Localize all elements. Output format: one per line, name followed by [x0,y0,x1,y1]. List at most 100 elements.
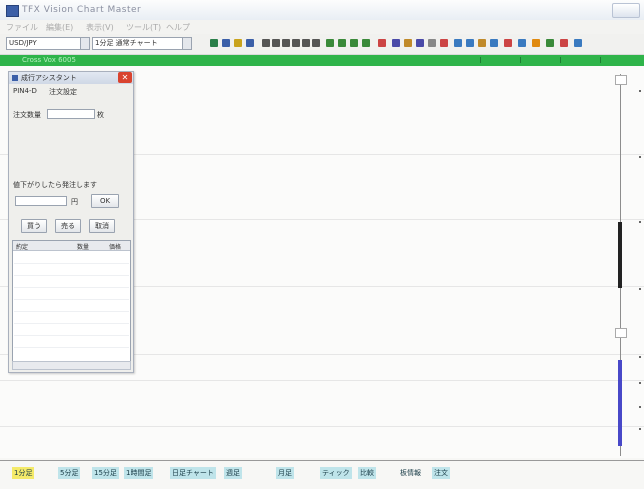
orders-table: 約定 数量 価格 [12,240,131,368]
toolbar-button-icon[interactable] [560,39,568,47]
menu-item-tools[interactable]: ツール(T) [126,22,161,33]
toolbar-button-icon[interactable] [292,39,300,47]
window-title: TFX Vision Chart Master [22,5,142,15]
chart-tab[interactable]: 1時間足 [124,467,154,479]
chart-tab[interactable]: 注文 [432,467,450,479]
column-header: 価格 [109,244,122,251]
toolbar-button-icon[interactable] [546,39,554,47]
app-icon [6,5,19,17]
chart-tab[interactable]: 15分足 [92,467,119,479]
axis-tick [639,288,641,290]
toolbar-button-icon[interactable] [416,39,424,47]
table-row [14,335,129,336]
chart-tab[interactable]: 板情報 [398,467,423,479]
menu-bar: ファイル 編集(E) 表示(V) ツール(T) ヘルプ [0,20,644,34]
rail-top-marker[interactable] [615,75,627,85]
toolbar-button-icon[interactable] [272,39,280,47]
column-header: 約定 [16,244,29,251]
toolbar-button-icon[interactable] [532,39,540,47]
symbol-select[interactable]: USD/JPY [6,37,90,50]
status-strip-label: Cross Vox 6005 [22,56,76,64]
chart-tab[interactable]: 1分足 [12,467,35,479]
chevron-down-icon [80,38,89,49]
symbol-select-value: USD/JPY [9,39,37,47]
toolbar-button-icon[interactable] [222,39,230,47]
quantity-unit: 枚 [97,111,104,119]
order-panel: 成行アシスタント ✕ PIN4-D 注文設定 注文数量 枚 値下がりしたら発注し… [8,71,134,373]
menu-item-help[interactable]: ヘルプ [166,22,190,33]
toolbar-button-icon[interactable] [428,39,436,47]
status-segment [480,57,519,63]
toolbar-button-icon[interactable] [282,39,290,47]
toolbar-button-icon[interactable] [478,39,486,47]
chart-tab[interactable]: 5分足 [58,467,81,479]
price-input[interactable] [15,196,67,206]
panel-icon [12,75,18,81]
toolbar-button-icon[interactable] [518,39,526,47]
table-row [14,299,129,300]
status-segment [560,57,599,63]
window-title-bar: TFX Vision Chart Master [0,0,644,20]
row1-value: 注文設定 [49,88,77,96]
grid-line [0,426,644,427]
toolbar-button-icon[interactable] [234,39,242,47]
menu-item-view[interactable]: 表示(V) [86,22,114,33]
quantity-label: 注文数量 [13,111,41,119]
buy-button[interactable]: 買う [21,219,47,233]
toolbar-button-icon[interactable] [378,39,386,47]
toolbar-button-icon[interactable] [338,39,346,47]
quantity-input[interactable] [47,109,95,119]
axis-tick [639,90,641,92]
table-header: 約定 数量 価格 [13,241,130,251]
sell-button[interactable]: 売る [55,219,81,233]
axis-tick [639,428,641,430]
toolbar-button-icon[interactable] [210,39,218,47]
status-strip: Cross Vox 6005 [0,55,644,66]
panel-title: 成行アシスタント [21,74,77,82]
toolbar-button-icon[interactable] [466,39,474,47]
horizontal-scrollbar[interactable] [12,361,131,370]
row1-label: PIN4-D [13,87,37,95]
rail-mid-marker[interactable] [615,328,627,338]
table-row [14,323,129,324]
table-row [14,263,129,264]
toolbar-button-icon[interactable] [504,39,512,47]
chart-tab[interactable]: 日足チャート [170,467,216,479]
chart-tab[interactable]: ティック [320,467,352,479]
chart-tab[interactable]: 比較 [358,467,376,479]
bottom-tab-bar: 1分足 5分足 15分足 1時間足 日足チャート 週足 月足 ティック 比較 板情報 注文 [0,460,644,489]
close-icon[interactable]: ✕ [118,72,132,83]
condition-text: 値下がりしたら発注します [13,181,97,189]
toolbar-button-icon[interactable] [440,39,448,47]
menu-item-edit[interactable]: 編集(E) [46,22,73,33]
panel-title-bar[interactable]: 成行アシスタント ✕ [9,72,133,84]
toolbar: USD/JPY 1分足 通常チャート [0,34,644,55]
menu-item-file[interactable]: ファイル [6,22,38,33]
toolbar-button-icon[interactable] [350,39,358,47]
toolbar-button-icon[interactable] [574,39,582,47]
table-row [14,347,129,348]
status-segment [600,57,639,63]
chart-tab[interactable]: 月足 [276,467,294,479]
chart-tab[interactable]: 週足 [224,467,242,479]
toolbar-button-icon[interactable] [404,39,412,47]
toolbar-button-icon[interactable] [454,39,462,47]
timeframe-select[interactable]: 1分足 通常チャート [92,37,192,50]
timeframe-select-value: 1分足 通常チャート [95,39,158,47]
toolbar-button-icon[interactable] [490,39,498,47]
toolbar-button-icon[interactable] [312,39,320,47]
axis-tick [639,356,641,358]
axis-tick [639,406,641,408]
toolbar-button-icon[interactable] [326,39,334,47]
toolbar-button-icon[interactable] [392,39,400,47]
toolbar-button-icon[interactable] [246,39,254,47]
price-bar-black [618,222,622,288]
toolbar-button-icon[interactable] [262,39,270,47]
price-unit: 円 [71,198,78,206]
confirm-button[interactable]: OK [91,194,119,208]
toolbar-button-icon[interactable] [362,39,370,47]
toolbar-button-icon[interactable] [302,39,310,47]
axis-tick [639,382,641,384]
cancel-button[interactable]: 取消 [89,219,115,233]
window-controls[interactable] [612,3,640,18]
